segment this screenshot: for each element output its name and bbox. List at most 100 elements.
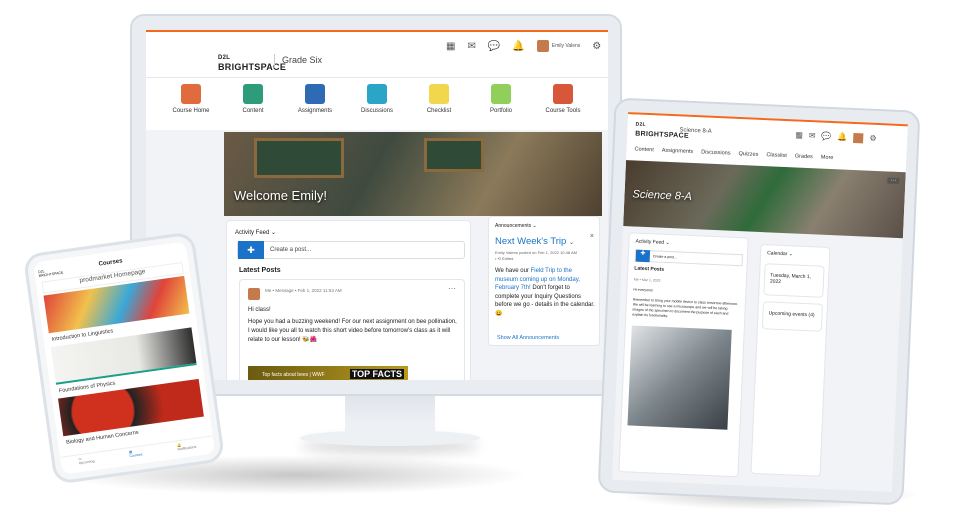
gear-icon[interactable]: ⚙ xyxy=(869,134,877,144)
nav-item-assignments[interactable]: Assignments xyxy=(293,84,337,130)
create-post-placeholder: Create a post... xyxy=(652,254,677,260)
calendar-widget: Calendar ⌄ Tuesday, March 1, 2022 Upcomi… xyxy=(750,244,831,477)
create-post-icon[interactable]: ✚ xyxy=(238,241,264,259)
post-avatar xyxy=(248,288,260,300)
tab-assignments[interactable]: Assignments xyxy=(661,148,694,159)
waffle-grid-icon[interactable]: ▦ xyxy=(795,130,803,140)
nav-label: Assignments xyxy=(297,108,333,114)
nav-label: Portfolio xyxy=(489,108,512,114)
course-title[interactable]: Grade Six xyxy=(282,55,322,65)
activity-feed-widget: Activity Feed ⌄ ✚ Create a post... Lates… xyxy=(226,220,471,380)
course-banner: Science 8-A ··· xyxy=(623,160,906,239)
create-post-icon: ✚ xyxy=(635,249,651,263)
announcement-title[interactable]: Next Week's Trip ⌄ xyxy=(495,236,574,247)
create-post-placeholder: Create a post... xyxy=(270,247,312,253)
nav-label: Course Home xyxy=(172,108,210,114)
video-thumbnail[interactable]: Top facts about bees | WWF TOP FACTS xyxy=(248,366,408,380)
tab-courses[interactable]: ▦ Courses xyxy=(129,448,144,465)
course-navbar: Course Home Content Assignments Discussions… xyxy=(146,78,608,130)
nav-label: Discussions xyxy=(360,108,393,114)
gear-icon[interactable]: ⚙ xyxy=(592,41,601,52)
bell-icon[interactable]: 🔔 xyxy=(512,41,524,52)
nav-label: Course Tools xyxy=(545,108,581,114)
course-banner: Welcome Emily! xyxy=(224,132,602,216)
mail-icon[interactable]: ✉ xyxy=(809,131,816,141)
latest-posts-heading: Latest Posts xyxy=(634,265,665,273)
show-all-announcements-link[interactable]: Show All Announcements xyxy=(497,335,559,341)
activity-feed-title[interactable]: Activity Feed ⌄ xyxy=(235,229,276,236)
announcements-widget: Announcements ⌄ × Next Week's Trip ⌄ Emi… xyxy=(488,216,600,346)
user-menu[interactable]: Emily Valens xyxy=(536,40,581,52)
header: D2L BRIGHTSPACE Grade Six ▦ ✉ 💬 🔔 Emily V… xyxy=(146,32,608,78)
user-name: Emily Valens xyxy=(551,43,581,49)
divider xyxy=(274,54,275,68)
nav-item-course-tools[interactable]: Course Tools xyxy=(541,84,585,130)
chalkboard-image xyxy=(424,138,484,172)
welcome-text: Welcome Emily! xyxy=(234,188,327,203)
banner-options-button[interactable]: ··· xyxy=(887,177,900,185)
create-post-input[interactable]: ✚ Create a post... xyxy=(634,249,744,267)
avatar[interactable] xyxy=(853,132,864,144)
edited-label: • ⟲ Edited xyxy=(495,256,514,261)
announcement-meta: Emily Valens posted on Feb 1, 2022 10:48… xyxy=(495,250,577,255)
activity-feed-widget: Activity Feed ⌄ ✚ Create a post... Latest… xyxy=(618,232,749,478)
tablet-device: D2L BRIGHTSPACE Science 8-A ▦ ✉ 💬 🔔 ⚙ Content… xyxy=(597,97,921,506)
avatar xyxy=(536,40,549,52)
course-tools-icon xyxy=(553,84,573,104)
more-options-icon[interactable]: ··· xyxy=(448,284,456,293)
post-meta: Me • Message • Feb 1, 2022 11:53 AM xyxy=(265,288,342,293)
video-title: Top facts about bees | WWF xyxy=(262,372,325,378)
phone-device: D2L BRIGHTSPACE Courses prodmarket Homep… xyxy=(22,231,226,485)
nav-item-portfolio[interactable]: Portfolio xyxy=(479,84,523,130)
mail-icon[interactable]: ✉ xyxy=(467,41,475,52)
monitor-base xyxy=(300,430,480,446)
create-post-input[interactable]: ✚ Create a post... xyxy=(237,241,465,259)
tab-more[interactable]: More xyxy=(821,155,834,166)
nav-label: Checklist xyxy=(426,108,452,114)
nav-label: Content xyxy=(242,108,264,114)
announcements-title[interactable]: Announcements ⌄ xyxy=(495,223,537,229)
tab-upcoming[interactable]: ▭ Upcoming xyxy=(78,455,96,472)
calendar-title[interactable]: Calendar ⌄ xyxy=(767,250,793,257)
tab-discussions[interactable]: Discussions xyxy=(701,149,731,160)
portfolio-icon xyxy=(491,84,511,104)
tab-quizzes[interactable]: Quizzes xyxy=(738,151,758,162)
microscope-image xyxy=(627,325,732,430)
post-meta: Me • Mar 1, 2022 xyxy=(633,277,661,283)
calendar-date[interactable]: Tuesday, March 1, 2022 xyxy=(763,263,825,298)
tab-classlist[interactable]: Classlist xyxy=(766,152,787,163)
bell-icon[interactable]: 🔔 xyxy=(837,132,847,142)
post-body: Hope you had a buzzing weekend! For our … xyxy=(248,319,457,343)
post-body: Remember to bring your mobile device to … xyxy=(632,297,739,319)
tablet-screen: D2L BRIGHTSPACE Science 8-A ▦ ✉ 💬 🔔 ⚙ Content… xyxy=(612,112,908,492)
nav-item-discussions[interactable]: Discussions xyxy=(355,84,399,130)
nav-item-content[interactable]: Content xyxy=(231,84,275,130)
waffle-grid-icon[interactable]: ▦ xyxy=(446,41,455,52)
post-card: Me • Message • Feb 1, 2022 11:53 AM ··· … xyxy=(239,279,465,380)
nav-item-checklist[interactable]: Checklist xyxy=(417,84,461,130)
tab-notifications[interactable]: 🔔 Notifications xyxy=(177,441,198,459)
upcoming-events[interactable]: Upcoming events (4) xyxy=(761,301,823,332)
banner-title: Science 8-A xyxy=(632,188,693,203)
chat-icon[interactable]: 💬 xyxy=(821,132,831,142)
chat-icon[interactable]: 💬 xyxy=(488,41,500,52)
tab-content[interactable]: Content xyxy=(634,146,654,157)
brightspace-logo[interactable]: D2L BRIGHTSPACE xyxy=(218,54,286,72)
nav-item-course-home[interactable]: Course Home xyxy=(169,84,213,130)
post-greeting: Hi everyone! xyxy=(633,287,654,293)
phone-screen: D2L BRIGHTSPACE Courses prodmarket Homep… xyxy=(32,241,216,475)
course-home-icon xyxy=(181,84,201,104)
discussions-icon xyxy=(367,84,387,104)
desktop-screen: D2L BRIGHTSPACE Grade Six ▦ ✉ 💬 🔔 Emily V… xyxy=(146,30,608,380)
announcement-body: We have our Field Trip to the museum com… xyxy=(495,268,595,317)
checklist-icon xyxy=(429,84,449,104)
assignments-icon xyxy=(305,84,325,104)
content-icon xyxy=(243,84,263,104)
tab-grades[interactable]: Grades xyxy=(795,153,813,164)
close-icon[interactable]: × xyxy=(590,233,594,240)
chalkboard-image xyxy=(254,138,344,178)
video-overlay-text: TOP FACTS xyxy=(349,369,404,379)
post-greeting: Hi class! xyxy=(248,307,271,313)
latest-posts-heading: Latest Posts xyxy=(239,267,281,274)
activity-feed-title[interactable]: Activity Feed ⌄ xyxy=(635,239,669,246)
